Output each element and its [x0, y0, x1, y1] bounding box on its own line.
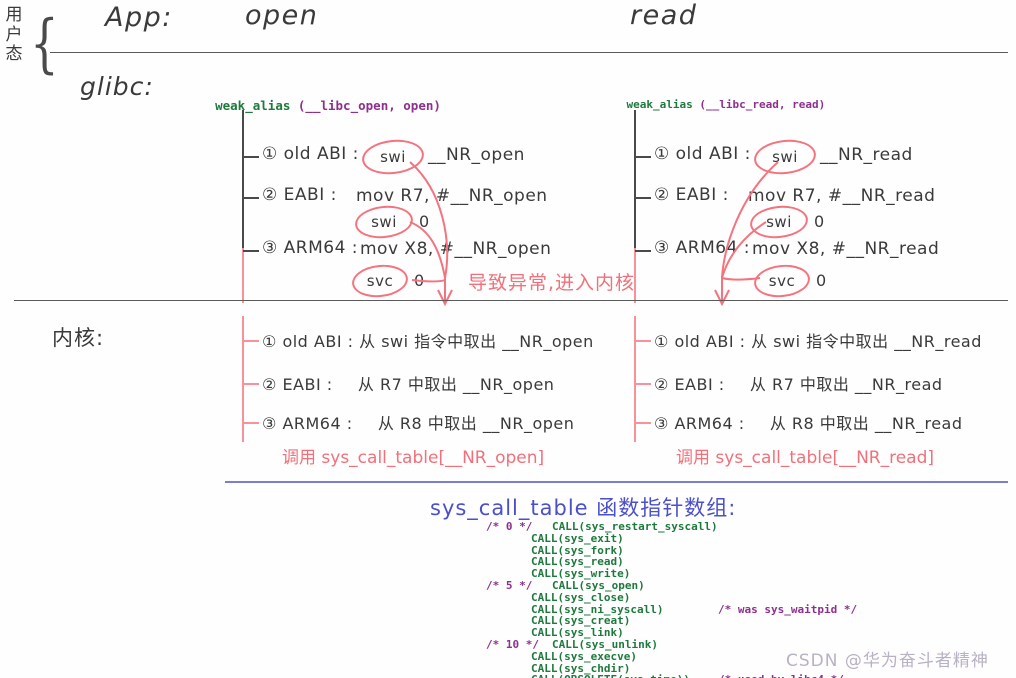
user-item-open-2-abi: EABI : [283, 185, 337, 205]
divider-syscall-table [225, 481, 1008, 483]
syscall-table-title: sys_call_table 函数指针数组: [430, 496, 737, 520]
tick-open-user-2 [243, 197, 259, 199]
tick-open-kernel-3 [243, 422, 259, 424]
tick-open-user-3 [243, 250, 259, 252]
kernel-item-open-3-abi: ARM64 : [282, 414, 353, 433]
kernel-item-open-1: ① old ABI : 从 swi 指令中取出 __NR_open [262, 328, 594, 352]
kernel-item-open-2-abi: EABI : [282, 375, 333, 394]
glibc-label: glibc: [80, 72, 154, 101]
user-item-read-1-num: ① [654, 144, 670, 164]
kernel-item-open-2-desc: 从 R7 中取出 __NR_open [357, 375, 555, 394]
weak-alias-args-read: (__libc_read, read) [699, 98, 826, 111]
user-item-open-3: ③ ARM64 : [262, 238, 358, 258]
exception-note: 导致异常,进入内核 [468, 272, 636, 294]
tick-read-kernel-1 [635, 340, 651, 342]
kernel-label: 内核: [52, 326, 105, 350]
divider-app-glibc [50, 52, 1008, 54]
kernel-item-open-3: ③ ARM64 : 从 R8 中取出 __NR_open [262, 410, 574, 434]
weak-alias-args-open: (__libc_open, open) [297, 98, 441, 113]
trunk-line-read-user [634, 110, 636, 255]
kernel-item-open-3-desc: 从 R8 中取出 __NR_open [377, 414, 575, 433]
user-item-open-3-num: ③ [262, 238, 278, 258]
kernel-item-open-1-num: ① [262, 332, 277, 351]
kernel-item-read-1-desc: 从 swi 指令中取出 __NR_read [751, 332, 982, 351]
tick-read-kernel-2 [635, 383, 651, 385]
app-label: App: [105, 2, 173, 33]
tick-open-user-1 [243, 156, 259, 158]
syscall-trailing-comment: /* used by libc4 */ [718, 673, 844, 678]
csdn-watermark: CSDN @华为奋斗者精神 [786, 651, 989, 671]
trunk-line-open-user-red [242, 248, 244, 303]
syscall-title-read: read [630, 0, 698, 31]
tick-read-user-2 [635, 197, 651, 199]
kernel-item-read-3: ③ ARM64 : 从 R8 中取出 __NR_read [654, 410, 963, 434]
syscall-index-comment: /* 5 */ [486, 578, 533, 592]
kernel-item-read-1-num: ① [654, 332, 669, 351]
kernel-item-read-2-desc: 从 R7 中取出 __NR_read [749, 375, 943, 394]
kernel-item-read-1: ① old ABI : 从 swi 指令中取出 __NR_read [654, 328, 982, 352]
trunk-line-read-user-red [634, 248, 636, 303]
user-item-open-2-num: ② [262, 185, 278, 205]
syscall-trailing-comment: /* was sys_waitpid */ [718, 602, 858, 616]
user-item-read-1-instr: __NR_read [820, 145, 913, 165]
exception-arrow-read [714, 161, 779, 307]
trunk-line-open-user [242, 110, 244, 255]
kernel-item-read-3-num: ③ [654, 414, 669, 433]
user-item-read-3-num: ③ [654, 238, 670, 258]
tick-read-user-3 [635, 250, 651, 252]
tick-open-kernel-1 [243, 340, 259, 342]
whiteboard-diagram: 用户态 { App: open read glibc: weak_alias (… [0, 0, 1016, 678]
user-item-open-3-abi: ARM64 : [283, 238, 359, 258]
kernel-item-open-2-num: ② [262, 375, 277, 394]
user-item-open-1-abi: old ABI : [283, 144, 359, 164]
user-space-brace: { [30, 7, 59, 81]
user-space-vertical-label: 用户态 [5, 5, 23, 65]
kernel-item-read-2-num: ② [654, 375, 669, 394]
user-item-open-1-num: ① [262, 144, 278, 164]
user-item-open-1: ① old ABI : [262, 144, 359, 164]
kernel-item-read-3-abi: ARM64 : [674, 414, 745, 433]
user-item-read-2-num: ② [654, 185, 670, 205]
tick-read-user-1 [635, 156, 651, 158]
dispatch-open: 调用 sys_call_table[__NR_open] [282, 448, 545, 468]
divider-user-kernel [14, 300, 1008, 302]
kernel-item-open-2: ② EABI : 从 R7 中取出 __NR_open [262, 371, 554, 395]
weak-alias-fn-read: weak_alias [626, 98, 693, 111]
tick-read-kernel-3 [635, 422, 651, 424]
kernel-item-open-1-abi: old ABI : [282, 332, 354, 351]
kernel-item-open-1-desc: 从 swi 指令中取出 __NR_open [359, 332, 594, 351]
weak-alias-fn-open: weak_alias [215, 98, 291, 113]
syscall-title-open: open [245, 0, 319, 31]
tick-open-kernel-2 [243, 383, 259, 385]
syscall-index-comment: /* 0 */ [486, 520, 533, 533]
user-item-open-2: ② EABI : [262, 185, 337, 205]
syscall-call-entry: CALL(OBSOLETE(sys_time)) [531, 673, 690, 678]
dispatch-read: 调用 sys_call_table[__NR_read] [676, 448, 935, 468]
kernel-item-read-2: ② EABI : 从 R7 中取出 __NR_read [654, 371, 943, 395]
weak-alias-open: weak_alias (__libc_open, open) [185, 83, 441, 128]
kernel-item-open-3-num: ③ [262, 414, 277, 433]
kernel-item-read-1-abi: old ABI : [674, 332, 746, 351]
kernel-item-read-3-desc: 从 R8 中取出 __NR_read [769, 414, 963, 433]
kernel-item-read-2-abi: EABI : [674, 375, 725, 394]
